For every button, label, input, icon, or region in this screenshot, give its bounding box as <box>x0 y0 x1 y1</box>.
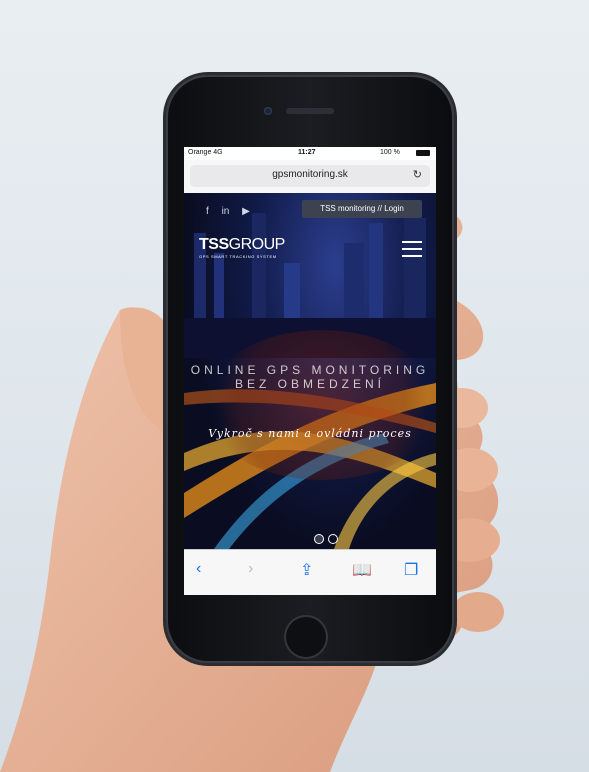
site-logo[interactable]: TSSGROUP GPS SMART TRACKING SYSTEM <box>199 236 285 259</box>
youtube-icon[interactable]: ▶ <box>242 206 250 217</box>
status-bar: Orange 4G 11:27 100 % <box>184 147 436 160</box>
logo-brand-bold: TSS <box>199 236 229 253</box>
carrier-label: Orange 4G <box>188 149 223 156</box>
logo-tagline: GPS SMART TRACKING SYSTEM <box>199 254 277 259</box>
url-field[interactable]: gpsmonitoring.sk ↻ <box>190 165 430 187</box>
home-button[interactable] <box>286 617 326 657</box>
url-text: gpsmonitoring.sk <box>272 169 348 180</box>
browser-toolbar: ‹ › ⇪ 📖 ❐ <box>184 549 436 595</box>
earpiece-speaker <box>286 108 334 114</box>
linkedin-icon[interactable]: in <box>222 206 230 217</box>
hero-headline: ONLINE GPS MONITORING BEZ OBMEDZENÍ <box>190 363 430 391</box>
logo-brand-light: GROUP <box>228 236 286 253</box>
login-button[interactable]: TSS monitoring // Login <box>302 200 422 218</box>
headline-overlay <box>204 330 436 480</box>
share-icon[interactable]: ⇪ <box>300 560 313 580</box>
phone-screen: Orange 4G 11:27 100 % gpsmonitoring.sk ↻ <box>184 147 436 595</box>
battery-icon <box>416 150 430 156</box>
forward-icon[interactable]: › <box>248 560 253 578</box>
browser-address-bar: gpsmonitoring.sk ↻ <box>184 160 436 194</box>
bookmarks-icon[interactable]: 📖 <box>352 560 372 580</box>
hamburger-menu-icon[interactable] <box>402 241 422 262</box>
front-camera-icon <box>264 107 272 115</box>
battery-label: 100 % <box>380 149 400 156</box>
hero-subheadline: Vykroč s nami a ovládni proces <box>208 427 412 440</box>
reload-icon[interactable]: ↻ <box>413 168 422 181</box>
social-links: f in ▶ <box>206 206 260 217</box>
slider-dot-active[interactable] <box>314 534 324 544</box>
back-icon[interactable]: ‹ <box>196 560 201 578</box>
website-hero: f in ▶ TSS monitoring // Login TSSGROUP … <box>184 193 436 549</box>
smartphone: Orange 4G 11:27 100 % gpsmonitoring.sk ↻ <box>166 75 454 663</box>
photo-scene: Orange 4G 11:27 100 % gpsmonitoring.sk ↻ <box>0 0 589 772</box>
tabs-icon[interactable]: ❐ <box>404 560 418 580</box>
slider-dot[interactable] <box>328 534 338 544</box>
facebook-icon[interactable]: f <box>206 206 209 217</box>
clock: 11:27 <box>298 149 316 156</box>
slider-dots <box>314 531 342 549</box>
